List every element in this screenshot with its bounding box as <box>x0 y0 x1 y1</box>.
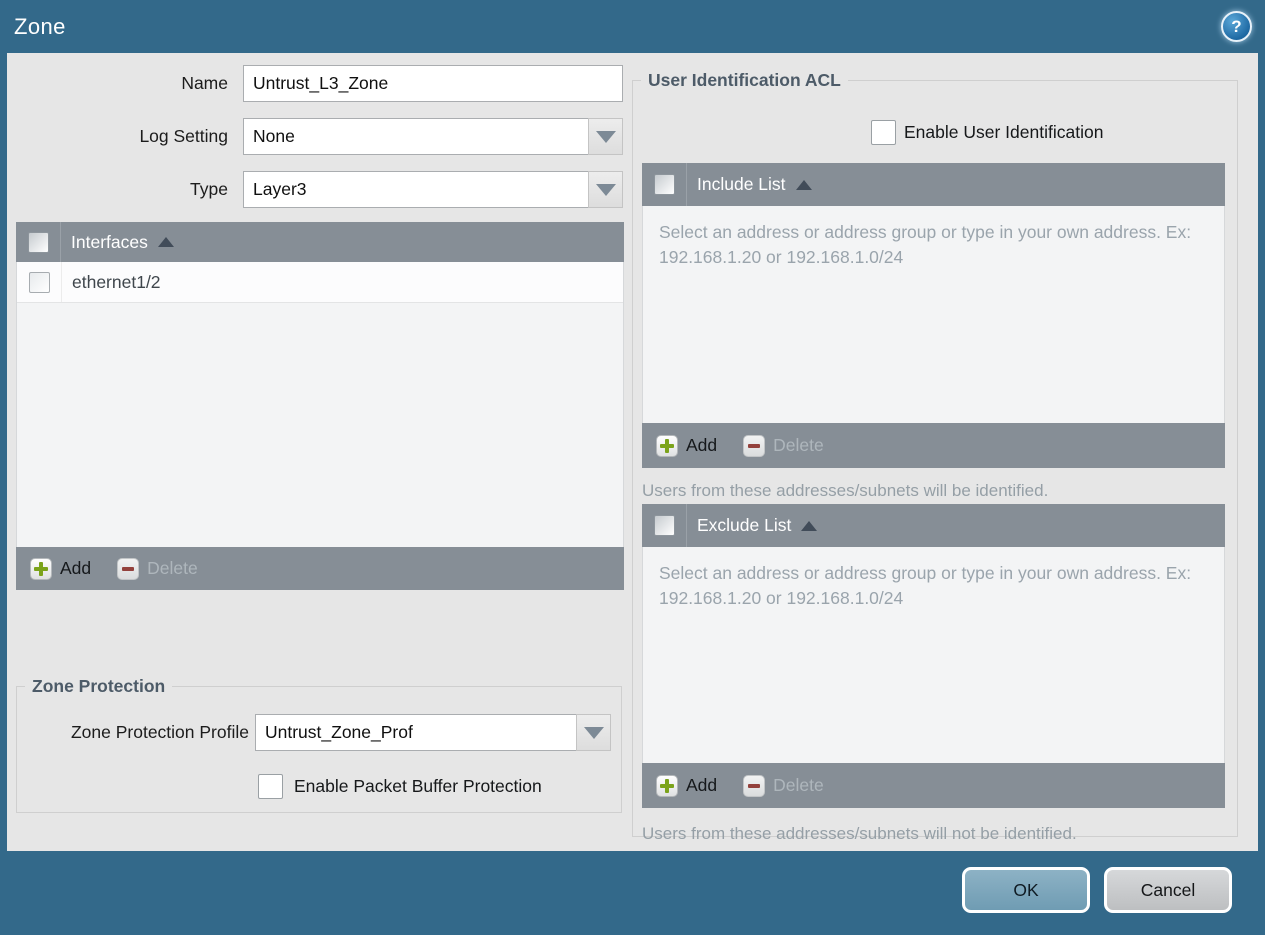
user-identification-acl-fieldset: User Identification ACL Enable User Iden… <box>632 70 1238 843</box>
zone-protection-profile-label: Zone Protection Profile <box>70 722 249 742</box>
interface-name: ethernet1/2 <box>72 271 161 292</box>
delete-button[interactable]: Delete <box>743 774 824 797</box>
interfaces-table-body: ethernet1/2 <box>16 262 624 547</box>
zone-protection-fieldset: Zone Protection Zone Protection Profile … <box>16 676 622 813</box>
add-label: Add <box>686 775 718 795</box>
exclude-list-label: Exclude List <box>697 515 792 535</box>
include-list-body: Select an address or address group or ty… <box>642 206 1225 423</box>
exclude-list-body: Select an address or address group or ty… <box>642 547 1225 763</box>
include-select-all-cell[interactable] <box>642 163 687 206</box>
type-dropdown-button[interactable] <box>588 171 623 208</box>
minus-icon <box>117 557 140 580</box>
exclude-list-table: Exclude List Select an address or addres… <box>642 504 1225 808</box>
minus-icon <box>743 774 766 797</box>
dialog-titlebar: Zone <box>0 0 1265 53</box>
name-input[interactable] <box>243 65 623 102</box>
table-row[interactable]: ethernet1/2 <box>17 262 623 303</box>
zone-dialog: Zone Name Log Setting Type Interfaces et <box>0 0 1265 935</box>
sort-ascending-icon <box>157 237 174 247</box>
chevron-down-icon <box>595 130 616 143</box>
add-button[interactable]: Add <box>30 557 92 580</box>
zone-protection-legend: Zone Protection <box>32 676 166 696</box>
dialog-title: Zone <box>14 14 66 39</box>
zone-protection-profile-input[interactable] <box>255 714 577 751</box>
sort-ascending-icon <box>801 520 818 531</box>
zone-protection-profile-dropdown-button[interactable] <box>576 714 611 751</box>
enable-user-identification-checkbox[interactable] <box>871 120 896 145</box>
log-setting-label: Log Setting <box>139 126 228 146</box>
interfaces-select-all-cell[interactable] <box>16 222 61 262</box>
add-button[interactable]: Add <box>656 774 718 797</box>
chevron-down-icon <box>595 183 616 196</box>
name-label: Name <box>181 73 228 93</box>
delete-label: Delete <box>147 558 198 578</box>
plus-icon <box>656 434 678 457</box>
cancel-button[interactable]: Cancel <box>1104 867 1232 913</box>
delete-label: Delete <box>773 435 824 455</box>
exclude-list-placeholder: Select an address or address group or ty… <box>659 563 1192 608</box>
plus-icon <box>30 557 52 580</box>
include-list-label: Include List <box>697 174 786 194</box>
type-input[interactable] <box>243 171 589 208</box>
include-list-header[interactable]: Include List <box>642 163 1225 206</box>
delete-button[interactable]: Delete <box>117 557 198 580</box>
row-checkbox-cell[interactable] <box>17 262 62 302</box>
include-list-toolbar: Add Delete <box>642 423 1225 468</box>
select-all-checkbox[interactable] <box>653 515 675 536</box>
chevron-down-icon <box>583 726 604 739</box>
ok-button[interactable]: OK <box>962 867 1090 913</box>
help-icon[interactable] <box>1221 11 1252 42</box>
select-all-checkbox[interactable] <box>27 231 49 253</box>
log-setting-dropdown-button[interactable] <box>588 118 623 155</box>
log-setting-input[interactable] <box>243 118 589 155</box>
sort-ascending-icon <box>795 179 812 190</box>
interfaces-table: Interfaces ethernet1/2 Add Delete <box>16 222 624 590</box>
select-all-checkbox[interactable] <box>653 174 675 195</box>
type-label: Type <box>190 179 228 199</box>
exclude-list-note: Users from these addresses/subnets will … <box>642 824 1077 843</box>
packet-buffer-protection-label: Enable Packet Buffer Protection <box>294 776 542 796</box>
interfaces-toolbar: Add Delete <box>16 547 624 590</box>
delete-label: Delete <box>773 775 824 795</box>
minus-icon <box>743 434 766 457</box>
include-list-note: Users from these addresses/subnets will … <box>642 481 1049 500</box>
enable-user-identification-label: Enable User Identification <box>904 122 1104 142</box>
add-label: Add <box>686 435 718 455</box>
interfaces-table-header[interactable]: Interfaces <box>16 222 624 262</box>
add-label: Add <box>60 558 92 578</box>
user-identification-acl-legend: User Identification ACL <box>648 70 841 90</box>
plus-icon <box>656 774 678 797</box>
row-checkbox[interactable] <box>28 271 50 293</box>
add-button[interactable]: Add <box>656 434 718 457</box>
exclude-list-header[interactable]: Exclude List <box>642 504 1225 547</box>
include-list-table: Include List Select an address or addres… <box>642 163 1225 468</box>
interfaces-column-label: Interfaces <box>71 231 148 252</box>
exclude-select-all-cell[interactable] <box>642 504 687 547</box>
include-list-placeholder: Select an address or address group or ty… <box>659 222 1192 267</box>
exclude-list-toolbar: Add Delete <box>642 763 1225 808</box>
packet-buffer-protection-checkbox[interactable] <box>258 774 283 799</box>
delete-button[interactable]: Delete <box>743 434 824 457</box>
